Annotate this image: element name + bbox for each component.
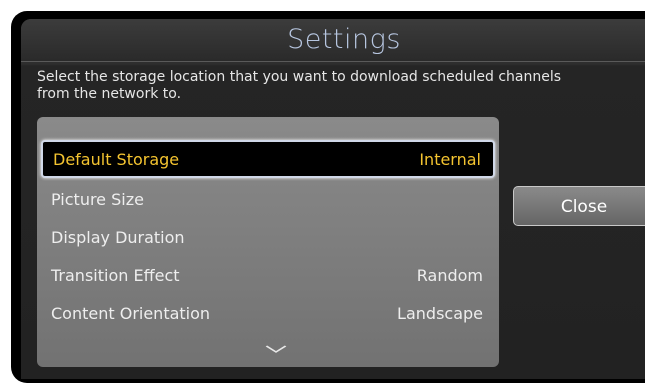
title-bar: Settings <box>21 19 645 62</box>
list-item-label: Content Orientation <box>51 303 211 323</box>
dialog-description: Select the storage location that you wan… <box>37 69 562 102</box>
list-item-picture-size[interactable]: Picture Size <box>41 180 495 218</box>
list-item-label: Picture Size <box>51 189 144 209</box>
settings-dialog: Settings Select the storage location tha… <box>21 19 645 379</box>
list-item-display-duration[interactable]: Display Duration <box>41 218 495 256</box>
list-item-content-orientation[interactable]: Content Orientation Landscape <box>41 294 495 332</box>
chevron-down-icon[interactable] <box>265 342 287 358</box>
list-item-value: Internal <box>419 149 481 169</box>
list-item-label: Display Duration <box>51 227 185 247</box>
settings-list: Default Storage Internal Picture Size Di… <box>37 117 499 367</box>
list-item-label: Transition Effect <box>51 265 180 285</box>
list-item-label: Default Storage <box>53 149 180 169</box>
dialog-title: Settings <box>287 24 401 55</box>
list-item-value: Landscape <box>397 303 483 323</box>
list-item-transition-effect[interactable]: Transition Effect Random <box>41 256 495 294</box>
chevron-down-icon-shape <box>265 345 287 353</box>
close-button[interactable]: Close <box>513 186 645 226</box>
list-item-value: Random <box>416 265 483 285</box>
list-item-default-storage[interactable]: Default Storage Internal <box>41 140 495 178</box>
